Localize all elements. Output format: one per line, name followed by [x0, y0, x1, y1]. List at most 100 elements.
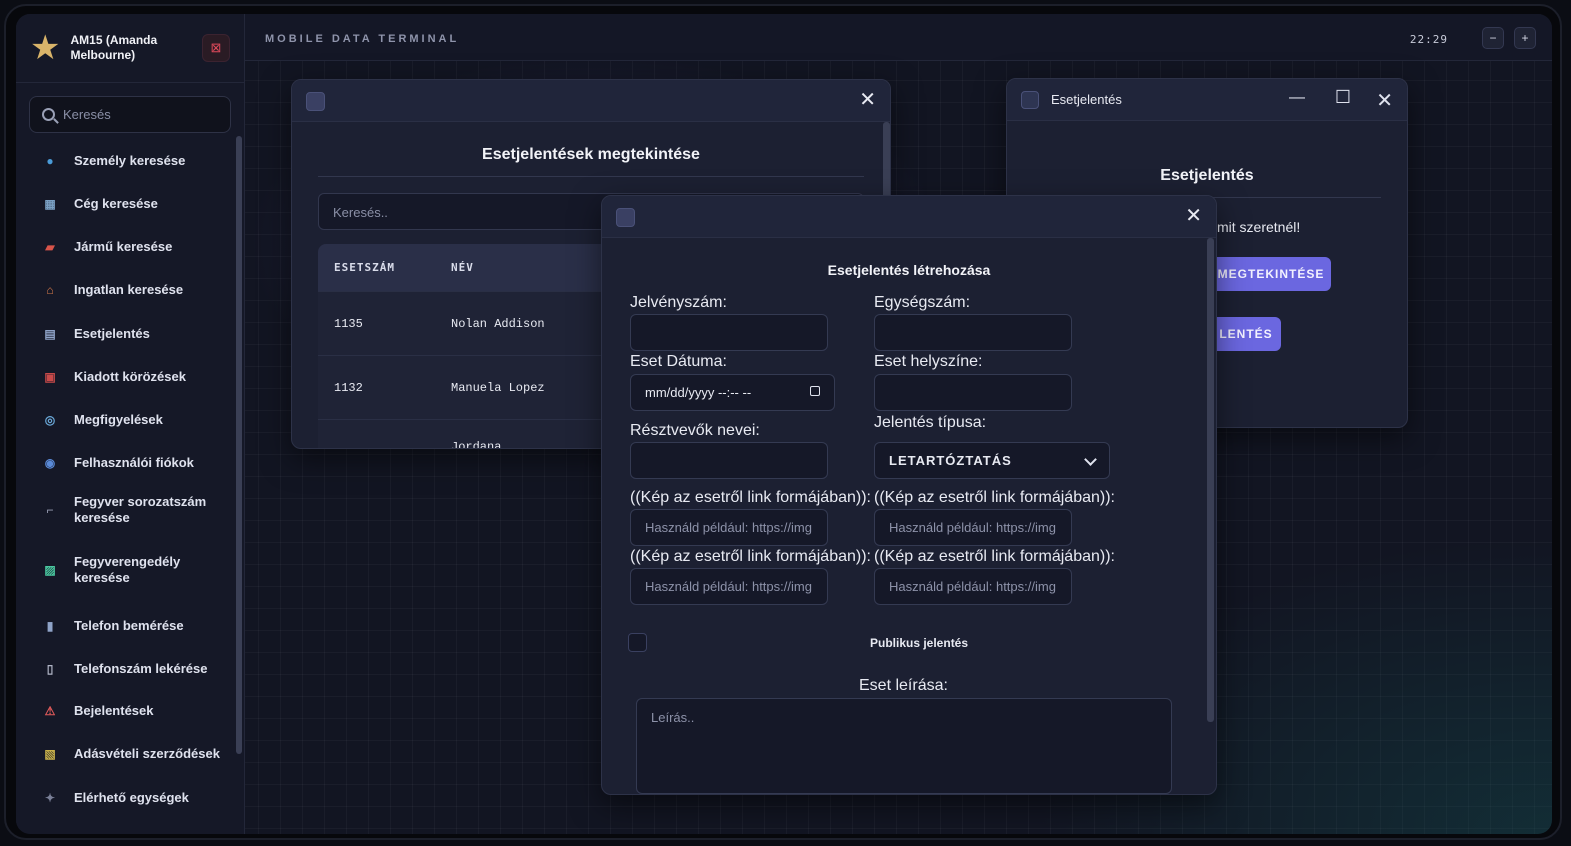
badge-label: Jelvényszám: [630, 294, 727, 311]
logout-button[interactable]: ⊠ [202, 34, 230, 62]
sidebar: ★ AM15 (Amanda Melbourne) ⊠ Keresés ● Sze… [16, 14, 245, 834]
image-link-label: ((Kép az esetről link formájában)): [874, 489, 1115, 506]
create-report-button[interactable]: LENTÉS [1211, 317, 1281, 351]
report-type-value: LETARTÓZTATÁS [889, 453, 1012, 468]
sidebar-item-wanted[interactable]: ▣ Kiadott körözések [30, 362, 224, 392]
sidebar-item-phone[interactable]: ▯ Telefonszám lekérése [30, 654, 224, 684]
sidebar-item-units[interactable]: ✦ Elérhető egységek [30, 783, 224, 813]
image-link-input-1[interactable]: Használd például: https://img [630, 509, 828, 546]
profile-name: AM15 (Amanda Melbourne) [70, 33, 158, 62]
units-icon: ✦ [44, 791, 56, 805]
case-id: 1135 [334, 316, 363, 331]
unit-input[interactable] [874, 314, 1072, 351]
column-header-id[interactable]: ESETSZÁM [318, 261, 451, 274]
sidebar-item-label: Kiadott körözések [74, 369, 186, 384]
sidebar-item-license[interactable]: ▨ Fegyverengedély keresése [30, 550, 224, 590]
public-report-checkbox[interactable] [628, 633, 647, 652]
window-header: ✕ [602, 196, 1216, 238]
sidebar-scrollbar[interactable] [236, 136, 242, 754]
device-frame: ★ AM15 (Amanda Melbourne) ⊠ Keresés ● Sze… [4, 4, 1562, 840]
form-heading: Esetjelentés létrehozása [827, 262, 991, 278]
window-heading: Esetjelentés [1160, 167, 1254, 184]
create-report-window: ✕ Esetjelentés létrehozása Jelvényszám: … [601, 195, 1217, 795]
minimize-button[interactable]: − [1482, 27, 1504, 49]
sidebar-search-input[interactable]: Keresés [29, 96, 231, 133]
location-input[interactable] [874, 374, 1072, 411]
badge-input[interactable] [630, 314, 828, 351]
sidebar-item-label: Fegyverengedély keresése [74, 554, 181, 585]
window-header: ✕ [292, 80, 890, 122]
sidebar-item-report[interactable]: ▤ Esetjelentés [30, 319, 224, 349]
screen: ★ AM15 (Amanda Melbourne) ⊠ Keresés ● Sze… [16, 14, 1552, 834]
date-label: Eset Dátuma: [630, 353, 727, 370]
expand-button[interactable]: + [1514, 27, 1536, 49]
sidebar-item-car[interactable]: ▰ Jármű keresése [30, 232, 224, 262]
close-box-icon: ⊠ [210, 40, 222, 55]
sidebar-item-label: Adásvételi szerződések [74, 746, 220, 761]
sidebar-item-label: Esetjelentés [74, 326, 150, 341]
sidebar-item-label: Ingatlan keresése [74, 282, 184, 297]
sidebar-item-label: Cég keresése [74, 196, 158, 211]
image-link-label: ((Kép az esetről link formájában)): [630, 548, 871, 565]
close-button[interactable]: ✕ [859, 89, 876, 111]
clock: 22:29 [1409, 33, 1448, 46]
close-button[interactable]: ✕ [1376, 88, 1393, 113]
sidebar-item-label: Elérhető egységek [74, 790, 189, 805]
sidebar-item-contract[interactable]: ▧ Adásvételi szerződések [30, 739, 224, 769]
divider [318, 176, 864, 177]
phone-icon: ▯ [46, 662, 54, 676]
image-link-input-3[interactable]: Használd például: https://img [630, 568, 828, 605]
sidebar-item-label: Személy keresése [74, 153, 186, 168]
image-link-input-2[interactable]: Használd például: https://img [874, 509, 1072, 546]
profile-header: ★ AM15 (Amanda Melbourne) ⊠ [16, 14, 244, 83]
date-input[interactable]: mm/dd/yyyy --:-- -- [630, 374, 835, 411]
location-label: Eset helyszíne: [874, 353, 983, 370]
close-button[interactable]: ✕ [1185, 205, 1202, 227]
sidebar-item-users[interactable]: ◉ Felhasználói fiókok [30, 448, 224, 478]
sidebar-item-label: Telefon bemérése [74, 618, 184, 633]
sidebar-item-gun[interactable]: ⌐ Fegyver sorozatszám keresése [30, 490, 224, 530]
magnifier-icon: ◎ [44, 413, 56, 427]
plus-icon: + [1521, 31, 1529, 45]
chevron-down-icon [1084, 453, 1097, 466]
form-scrollbar[interactable] [1207, 238, 1214, 722]
sidebar-item-label: Megfigyelések [74, 412, 163, 427]
sidebar-item-alert[interactable]: ⚠ Bejelentések [30, 696, 224, 726]
car-icon: ▰ [45, 240, 55, 254]
sidebar-item-magnifier[interactable]: ◎ Megfigyelések [30, 405, 224, 435]
search-icon [42, 108, 55, 121]
gun-icon: ⌐ [46, 503, 54, 517]
maximize-button[interactable]: ☐ [1335, 87, 1351, 108]
sidebar-item-person[interactable]: ● Személy keresése [30, 146, 224, 176]
minus-icon: − [1489, 31, 1497, 45]
sidebar-item-label: Felhasználói fiókok [74, 455, 194, 470]
participants-input[interactable] [630, 442, 828, 479]
sidebar-item-house[interactable]: ⌂ Ingatlan keresése [30, 275, 224, 305]
minimize-button[interactable]: — [1289, 89, 1305, 107]
date-value: mm/dd/yyyy --:-- -- [645, 385, 752, 400]
public-report-label: Publikus jelentés [870, 636, 969, 650]
view-reports-button[interactable]: MEGTEKINTÉSE [1211, 257, 1331, 291]
sidebar-item-label: Fegyver sorozatszám keresése [74, 494, 207, 525]
window-icon [306, 92, 325, 111]
phone-track-icon: ▮ [46, 619, 54, 633]
sidebar-item-label: Telefonszám lekérése [74, 661, 208, 676]
sidebar-search-placeholder: Keresés [63, 107, 111, 122]
wanted-icon: ▣ [44, 370, 56, 384]
sidebar-item-label: Jármű keresése [74, 239, 173, 254]
image-link-input-4[interactable]: Használd például: https://img [874, 568, 1072, 605]
report-icon [1021, 91, 1039, 109]
sidebar-item-building[interactable]: ▦ Cég keresése [30, 189, 224, 219]
app-title: MOBILE DATA TERMINAL [265, 33, 460, 45]
image-link-label: ((Kép az esetről link formájában)): [630, 489, 871, 506]
star-icon: ★ [30, 29, 61, 67]
house-icon: ⌂ [46, 283, 54, 297]
users-icon: ◉ [44, 456, 56, 470]
description-textarea[interactable]: Leírás.. [636, 698, 1172, 794]
unit-label: Egységszám: [874, 294, 971, 311]
case-id: 1132 [334, 380, 363, 395]
report-type-select[interactable]: LETARTÓZTATÁS [874, 442, 1110, 479]
sidebar-item-phone-track[interactable]: ▮ Telefon bemérése [30, 611, 224, 641]
person-icon: ● [46, 154, 54, 168]
calendar-icon[interactable] [810, 386, 820, 396]
